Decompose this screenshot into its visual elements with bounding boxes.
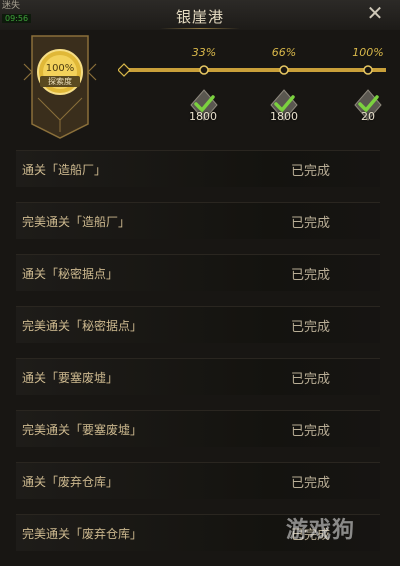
reward-amount: 20 xyxy=(361,110,375,123)
progress-fill xyxy=(124,68,386,72)
task-row: 通关「废弃仓库」 已完成 xyxy=(16,462,380,499)
task-status: 已完成 xyxy=(291,216,331,231)
exploration-medal: 100% 探索度 xyxy=(22,28,98,140)
task-label: 完美通关「秘密据点」 xyxy=(22,319,143,333)
close-icon[interactable]: ✕ xyxy=(364,2,386,24)
reward-amount: 1800 xyxy=(189,110,217,123)
watermark: 游戏狗 xyxy=(286,518,356,543)
medal-percent: 100% xyxy=(45,63,75,74)
milestone-percent: 100% xyxy=(352,46,384,59)
milestone-percent: 66% xyxy=(271,46,297,59)
task-row: 通关「秘密据点」 已完成 xyxy=(16,254,380,291)
task-label: 通关「要塞废墟」 xyxy=(22,371,119,385)
milestone-percent: 33% xyxy=(191,46,217,59)
task-row: 完美通关「秘密据点」 已完成 xyxy=(16,306,380,343)
task-label: 通关「废弃仓库」 xyxy=(22,475,119,489)
progress-track xyxy=(118,62,386,78)
task-label: 完美通关「要塞废墟」 xyxy=(22,423,143,437)
task-status: 已完成 xyxy=(291,164,331,179)
task-row: 完美通关「要塞废墟」 已完成 xyxy=(16,410,380,447)
reward-amount: 1800 xyxy=(270,110,298,123)
task-row: 通关「造船厂」 已完成 xyxy=(16,150,380,187)
progress-bar xyxy=(118,63,386,77)
task-label: 通关「秘密据点」 xyxy=(22,267,119,281)
task-row: 完美通关「造船厂」 已完成 xyxy=(16,202,380,239)
task-list: 通关「造船厂」 已完成 完美通关「造船厂」 已完成 通关「秘密据点」 已完成 完… xyxy=(16,150,380,566)
page-title: 银崖港 xyxy=(175,8,224,26)
title-divider xyxy=(160,28,240,29)
milestone-node xyxy=(279,65,289,75)
milestone-node xyxy=(363,65,373,75)
task-status: 已完成 xyxy=(291,268,331,283)
task-label: 通关「造船厂」 xyxy=(22,163,107,177)
task-status: 已完成 xyxy=(291,372,331,387)
task-status: 已完成 xyxy=(291,424,331,439)
milestone-node xyxy=(199,65,209,75)
task-label: 完美通关「废弃仓库」 xyxy=(22,527,143,541)
task-status: 已完成 xyxy=(291,320,331,335)
task-row: 通关「要塞废墟」 已完成 xyxy=(16,358,380,395)
medal-label: 探索度 xyxy=(40,76,80,87)
task-label: 完美通关「造船厂」 xyxy=(22,215,131,229)
task-status: 已完成 xyxy=(291,476,331,491)
